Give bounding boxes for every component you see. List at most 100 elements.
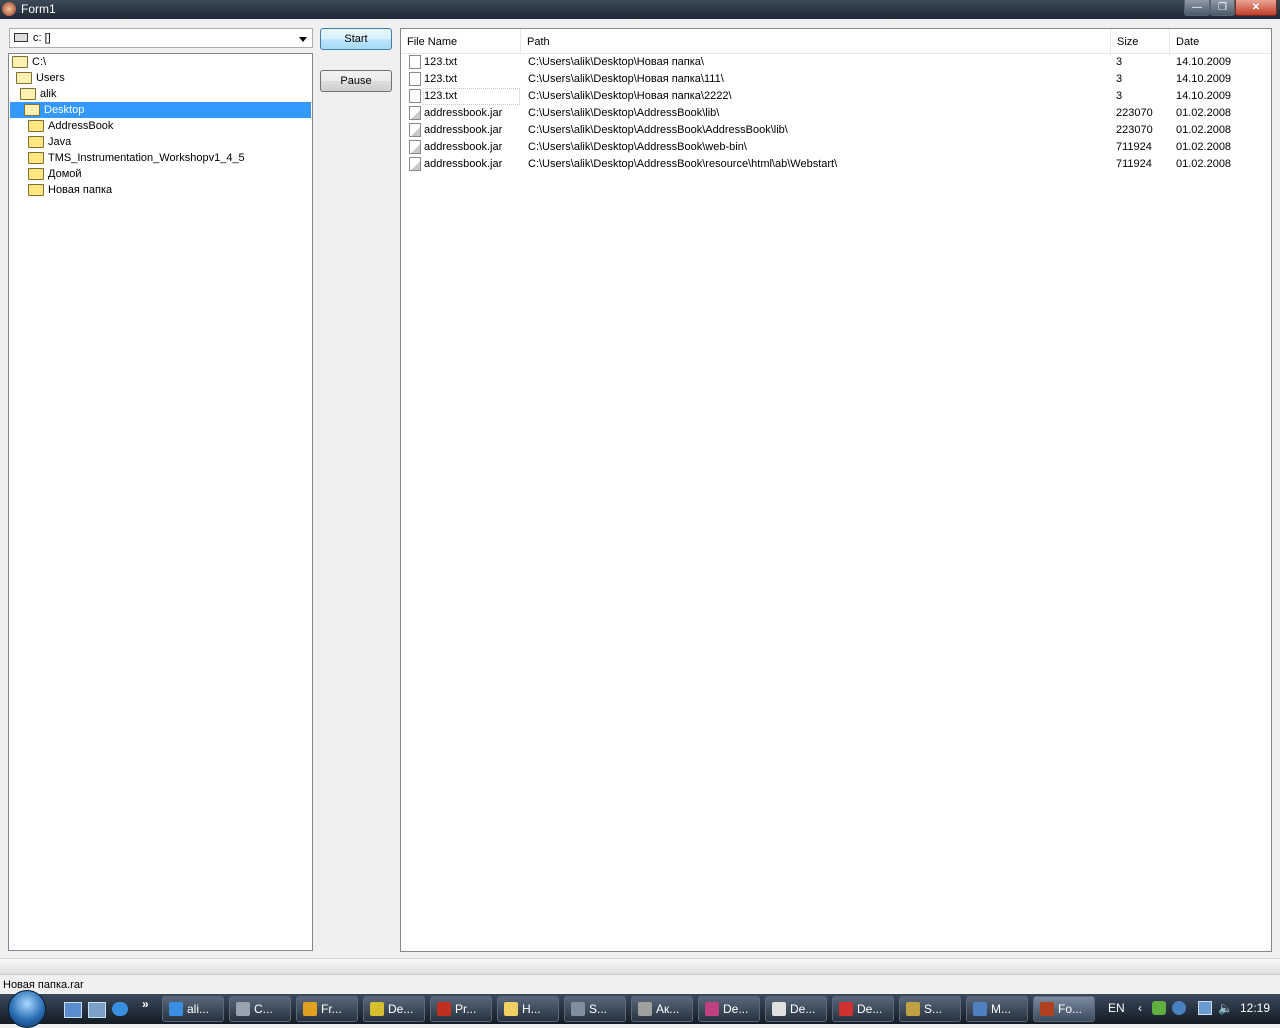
status-text: Новая папка.rar <box>3 979 84 991</box>
internet-explorer-icon[interactable] <box>112 1002 128 1016</box>
path-cell: C:\Users\alik\Desktop\AddressBook\resour… <box>528 158 838 170</box>
drive-combobox[interactable]: c: [] <box>9 28 313 48</box>
table-row[interactable]: addressbook.jar C:\Users\alik\Desktop\Ad… <box>401 156 1271 173</box>
taskbar-button[interactable]: De... <box>698 996 760 1022</box>
taskbar-button[interactable]: De... <box>832 996 894 1022</box>
size-cell: 711924 <box>1116 141 1152 153</box>
jar-file-icon <box>409 140 421 154</box>
show-desktop-icon[interactable] <box>64 1002 82 1018</box>
taskbar-button[interactable]: C... <box>229 996 291 1022</box>
size-cell: 223070 <box>1116 124 1153 136</box>
tree-node-alik[interactable]: alik <box>10 86 60 102</box>
tree-node-java[interactable]: Java <box>10 134 90 150</box>
path-cell: C:\Users\alik\Desktop\Новая папка\2222\ <box>528 90 732 102</box>
taskbar-button[interactable]: ali... <box>162 996 224 1022</box>
close-button[interactable]: ✕ <box>1235 0 1277 16</box>
start-button[interactable] <box>8 990 46 1028</box>
app-icon <box>839 1002 853 1016</box>
taskbar-button[interactable]: Pr... <box>430 996 492 1022</box>
table-row[interactable]: 123.txt C:\Users\alik\Desktop\Новая папк… <box>401 71 1271 88</box>
app-icon <box>437 1002 451 1016</box>
column-header-date[interactable]: Date <box>1170 29 1271 53</box>
path-cell: C:\Users\alik\Desktop\Новая папка\111\ <box>528 73 724 85</box>
quicklaunch-overflow-icon[interactable]: » <box>142 997 149 1011</box>
tree-node-label: TMS_Instrumentation_Workshopv1_4_5 <box>48 152 245 164</box>
folder-icon <box>28 152 44 164</box>
date-cell: 14.10.2009 <box>1176 56 1232 68</box>
network-icon[interactable] <box>1198 1001 1212 1015</box>
table-row[interactable]: addressbook.jar C:\Users\alik\Desktop\Ad… <box>401 122 1271 139</box>
tree-node-tms-instrumentation[interactable]: TMS_Instrumentation_Workshopv1_4_5 <box>10 150 260 166</box>
size-cell: 3 <box>1116 90 1123 102</box>
jar-file-icon <box>409 157 421 171</box>
date-cell: 01.02.2008 <box>1176 141 1232 153</box>
size-cell: 3 <box>1116 56 1123 68</box>
app-icon <box>1040 1002 1054 1016</box>
date-cell: 14.10.2009 <box>1176 73 1232 85</box>
taskbar-button[interactable]: De... <box>765 996 827 1022</box>
file-name-cell: 123.txt <box>424 73 458 85</box>
taskbar-button[interactable]: S... <box>564 996 626 1022</box>
maximize-button[interactable]: ❐ <box>1210 0 1235 16</box>
jar-file-icon <box>409 123 421 137</box>
list-header: File Name Path Size Date <box>401 29 1271 54</box>
path-cell: C:\Users\alik\Desktop\AddressBook\web-bi… <box>528 141 747 153</box>
taskbar: » ali... C... Fr... De... Pr... H... S..… <box>0 990 1280 1028</box>
table-row[interactable]: addressbook.jar C:\Users\alik\Desktop\Ad… <box>401 139 1271 156</box>
tree-node-new-folder[interactable]: Новая папка <box>10 182 130 198</box>
app-icon <box>906 1002 920 1016</box>
table-row[interactable]: addressbook.jar C:\Users\alik\Desktop\Ad… <box>401 105 1271 122</box>
tray-app-icon[interactable] <box>1152 1001 1166 1015</box>
tree-node-label: alik <box>40 88 57 100</box>
folder-icon <box>28 136 44 148</box>
switch-windows-icon[interactable] <box>88 1002 106 1018</box>
jar-file-icon <box>409 106 421 120</box>
tree-node-label: Домой <box>48 168 82 180</box>
pause-button[interactable]: Pause <box>320 70 392 92</box>
drive-icon <box>14 33 28 42</box>
app-icon <box>973 1002 987 1016</box>
taskbar-button[interactable]: Fr... <box>296 996 358 1022</box>
folder-open-icon <box>12 56 28 68</box>
tree-node-desktop[interactable]: Desktop <box>10 102 311 118</box>
folder-open-icon <box>16 72 32 84</box>
app-icon <box>705 1002 719 1016</box>
language-indicator[interactable]: EN <box>1108 1001 1125 1015</box>
taskbar-button[interactable]: S... <box>899 996 961 1022</box>
directory-tree[interactable]: C:\ Users alik Desktop AddressBook Java … <box>8 53 313 951</box>
column-header-path[interactable]: Path <box>521 29 1111 53</box>
folder-open-icon <box>24 104 40 116</box>
app-icon <box>504 1002 518 1016</box>
taskbar-button[interactable]: Ак... <box>631 996 693 1022</box>
taskbar-button[interactable]: De... <box>363 996 425 1022</box>
chevron-left-icon[interactable]: ‹ <box>1138 1001 1142 1015</box>
folder-open-icon <box>20 88 36 100</box>
table-row[interactable]: 123.txt C:\Users\alik\Desktop\Новая папк… <box>401 54 1271 71</box>
app-icon <box>169 1002 183 1016</box>
taskbar-button-active[interactable]: Fo... <box>1033 996 1095 1022</box>
tree-node-c[interactable]: C:\ <box>10 54 46 70</box>
start-button[interactable]: Start <box>320 28 392 50</box>
app-icon[interactable] <box>2 2 16 16</box>
clock[interactable]: 12:19 <box>1240 1001 1270 1015</box>
chevron-down-icon[interactable] <box>299 37 307 42</box>
volume-icon[interactable]: 🔈 <box>1218 1001 1233 1015</box>
tree-node-users[interactable]: Users <box>10 70 70 86</box>
column-header-file-name[interactable]: File Name <box>401 29 521 53</box>
minimize-button[interactable]: — <box>1184 0 1210 16</box>
app-icon <box>303 1002 317 1016</box>
taskbar-button[interactable]: M... <box>966 996 1028 1022</box>
tray-app-icon[interactable] <box>1172 1001 1186 1015</box>
size-cell: 711924 <box>1116 158 1152 170</box>
taskbar-button[interactable]: H... <box>497 996 559 1022</box>
text-file-icon <box>409 55 421 69</box>
tree-node-domoi[interactable]: Домой <box>10 166 100 182</box>
app-icon <box>571 1002 585 1016</box>
table-row[interactable]: 123.txt C:\Users\alik\Desktop\Новая папк… <box>401 88 1271 105</box>
tree-node-label: AddressBook <box>48 120 114 132</box>
tree-node-addressbook[interactable]: AddressBook <box>10 118 130 134</box>
file-name-cell: addressbook.jar <box>424 124 503 136</box>
path-cell: C:\Users\alik\Desktop\AddressBook\Addres… <box>528 124 788 136</box>
file-list[interactable]: File Name Path Size Date 123.txt C:\User… <box>400 28 1272 952</box>
column-header-size[interactable]: Size <box>1111 29 1170 53</box>
